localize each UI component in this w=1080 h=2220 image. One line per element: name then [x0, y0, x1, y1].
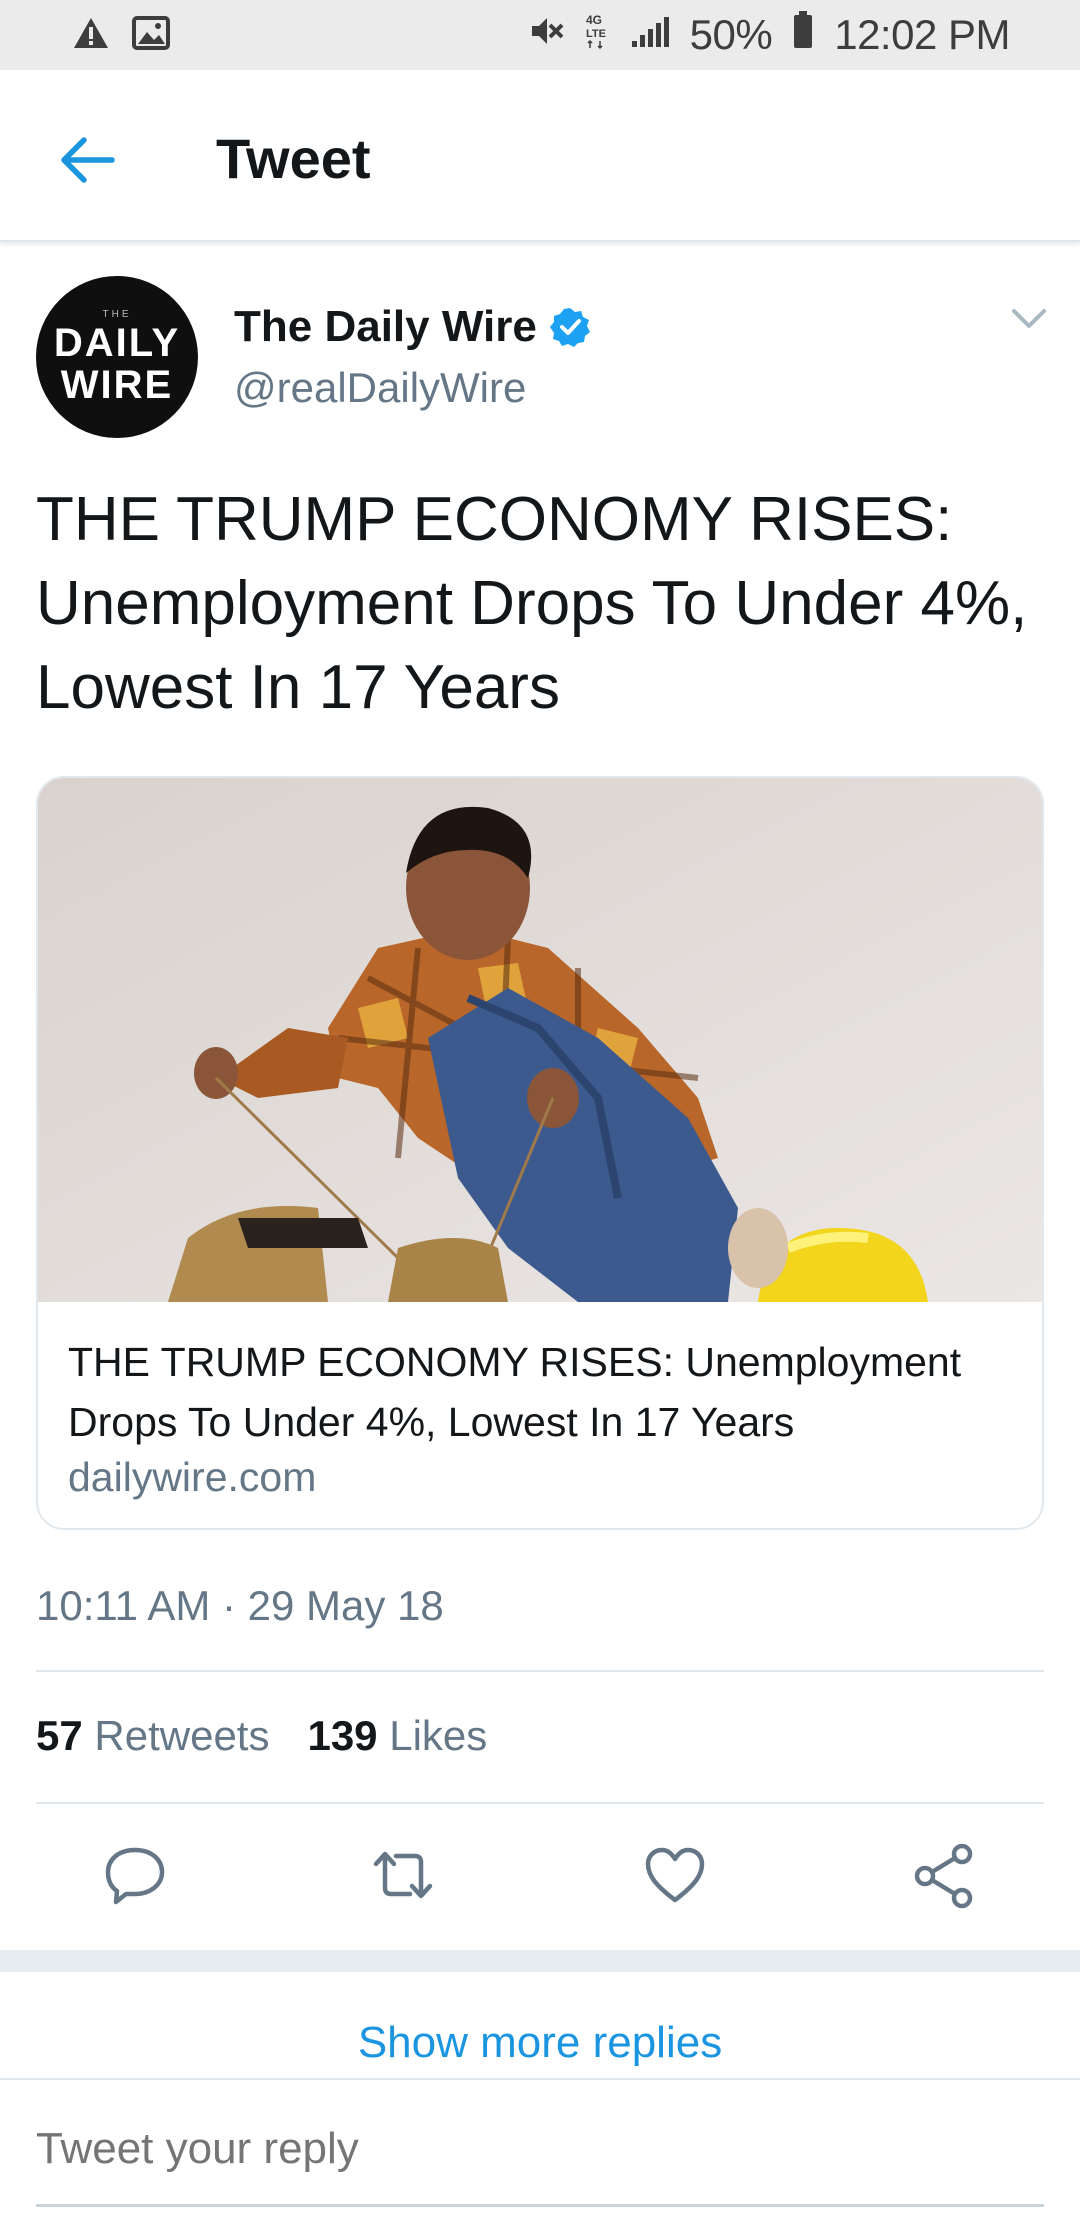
author-name: The Daily Wire — [234, 302, 537, 351]
retweets-count: 57 — [36, 1712, 83, 1759]
warning-icon — [72, 16, 110, 55]
show-more-replies-link[interactable]: Show more replies — [0, 2018, 1080, 2068]
reply-icon — [105, 1847, 165, 1905]
tweet-text: THE TRUMP ECONOMY RISES: Unemployment Dr… — [36, 485, 1028, 722]
likes-label: Likes — [389, 1712, 488, 1759]
battery-icon — [792, 10, 814, 60]
svg-text:4G: 4G — [586, 13, 602, 27]
retweets-label: Retweets — [94, 1712, 270, 1759]
link-card[interactable]: THE TRUMP ECONOMY RISES: Unemployment Dr… — [36, 776, 1044, 1530]
lte-icon: 4G LTE — [584, 10, 610, 60]
tweet-stats: 57 Retweets 139 Likes — [36, 1712, 487, 1760]
card-image — [38, 778, 1042, 1302]
avatar[interactable]: THE DAILY WIRE — [36, 276, 198, 438]
likes-count: 139 — [307, 1712, 378, 1759]
author-handle[interactable]: @realDailyWire — [234, 364, 526, 412]
status-bar: 4G LTE 50% 12:02 PM — [0, 0, 1080, 70]
arrow-left-icon — [61, 137, 115, 183]
app-header: Tweet — [0, 70, 1080, 242]
image-icon — [132, 15, 170, 55]
clock: 12:02 PM — [834, 11, 1010, 58]
chevron-down-icon[interactable] — [1010, 306, 1048, 332]
share-icon — [914, 1843, 973, 1909]
avatar-text-small: THE — [102, 308, 132, 320]
card-domain: dailywire.com — [68, 1454, 317, 1500]
section-separator — [0, 1950, 1080, 1972]
tweet-actions — [0, 1840, 1080, 1920]
reply-composer — [0, 2078, 1080, 2220]
divider — [36, 1802, 1044, 1804]
verified-badge-icon — [549, 308, 590, 347]
signal-icon — [630, 11, 670, 59]
retweets-stat[interactable]: 57 Retweets — [36, 1712, 269, 1760]
author-name-row[interactable]: The Daily Wire — [234, 302, 591, 352]
reply-input-underline — [36, 2204, 1044, 2207]
retweet-icon — [373, 1851, 433, 1899]
reply-input[interactable] — [36, 2124, 1036, 2174]
battery-percentage: 50% — [689, 11, 773, 58]
tweet-timestamp: 10:11 AM · 29 May 18 — [36, 1582, 444, 1629]
page-title: Tweet — [216, 127, 371, 190]
avatar-text-line1: DAILY — [53, 320, 181, 365]
mute-icon — [528, 11, 564, 59]
svg-text:LTE: LTE — [586, 28, 606, 40]
divider — [36, 1670, 1044, 1672]
reply-button[interactable] — [100, 1840, 170, 1910]
back-button[interactable] — [56, 128, 120, 192]
card-title: THE TRUMP ECONOMY RISES: Unemployment Dr… — [68, 1339, 962, 1445]
retweet-button[interactable] — [368, 1840, 438, 1910]
like-icon — [645, 1847, 705, 1903]
like-button[interactable] — [640, 1840, 710, 1910]
avatar-text-line2: WIRE — [60, 362, 174, 407]
share-button[interactable] — [910, 1840, 980, 1910]
likes-stat[interactable]: 139 Likes — [307, 1712, 487, 1760]
